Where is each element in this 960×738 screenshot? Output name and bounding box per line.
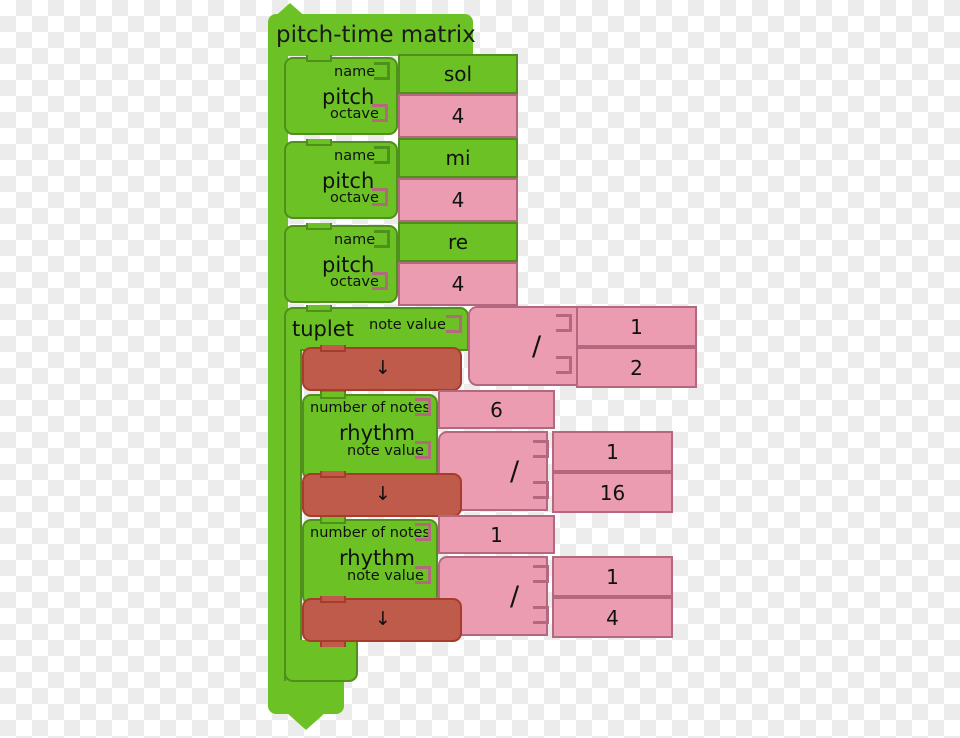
tuplet-divide-operator: / [532,331,542,362]
rhythm-2-number-of-notes-socket-icon [415,523,431,541]
rhythm-1-denominator-socket-icon [533,481,549,499]
rhythm-2-number-of-notes-label: number of notes [310,525,431,541]
block-canvas: pitch-time matrix name pitch octave sol … [0,0,960,738]
pitch-3-octave-value[interactable]: 4 [398,262,518,306]
rhythm-1-note-value-label: note value [347,443,424,459]
rhythm-2-number-of-notes-value[interactable]: 1 [438,515,555,554]
pitch-2-name-label: name [334,148,376,164]
note-glyph-3-arrow-icon: ↓ [375,608,391,630]
pitch-3-name-socket-icon [374,230,390,248]
tuplet-notch-top [306,305,332,312]
rhythm-2-numerator-socket-icon [533,565,549,583]
tuplet-clamp-spine [284,349,302,681]
pitch-1-name-socket-icon [374,62,390,80]
pitch-2-octave-socket-icon [372,188,388,206]
note-glyph-2-arrow-icon: ↓ [375,483,391,505]
pitch-block-3-notch-top [306,223,332,230]
note-glyph-1-notch-top [320,345,346,352]
pitch-1-name-label: name [334,64,376,80]
tuplet-note-value-label: note value [369,317,446,333]
tuplet-denominator-socket-icon [556,356,572,374]
page-title: pitch-time matrix [276,22,476,48]
rhythm-2-denominator-socket-icon [533,606,549,624]
note-glyph-2-notch-top [320,471,346,478]
rhythm-1-numerator-socket-icon [533,440,549,458]
note-glyph-3-notch-top [320,596,346,603]
tuplet-numerator-value[interactable]: 1 [576,306,697,347]
rhythm-2-divide-operator: / [510,581,520,612]
rhythm-1-note-value-socket-icon [415,441,431,459]
rhythm-1-denominator-value[interactable]: 16 [552,472,673,513]
pitch-3-name-value[interactable]: re [398,222,518,262]
pitch-2-octave-value[interactable]: 4 [398,178,518,222]
rhythm-2-notch-top [320,517,346,524]
pitch-block-2-notch-top [306,139,332,146]
rhythm-2-block-label: rhythm [339,546,416,570]
pitch-1-name-value[interactable]: sol [398,54,518,94]
rhythm-2-denominator-value[interactable]: 4 [552,597,673,638]
rhythm-1-numerator-value[interactable]: 1 [552,431,673,472]
pitch-3-octave-socket-icon [372,272,388,290]
pitch-2-name-socket-icon [374,146,390,164]
rhythm-2-numerator-value[interactable]: 1 [552,556,673,597]
rhythm-1-number-of-notes-socket-icon [415,398,431,416]
rhythm-1-number-of-notes-value[interactable]: 6 [438,390,555,429]
matrix-bottom-connector [287,713,325,730]
rhythm-2-note-value-label: note value [347,568,424,584]
note-glyph-1-arrow-icon: ↓ [375,357,391,379]
note-glyph-3-notch-bottom [320,640,346,647]
tuplet-numerator-socket-icon [556,314,572,332]
pitch-block-1-notch-top [306,55,332,62]
rhythm-1-number-of-notes-label: number of notes [310,400,431,416]
tuplet-denominator-value[interactable]: 2 [576,347,697,388]
pitch-1-octave-socket-icon [372,104,388,122]
rhythm-1-notch-top [320,392,346,399]
pitch-1-octave-value[interactable]: 4 [398,94,518,138]
pitch-3-name-label: name [334,232,376,248]
rhythm-1-block-label: rhythm [339,421,416,445]
rhythm-2-note-value-socket-icon [415,566,431,584]
tuplet-note-value-socket-icon [446,315,462,333]
rhythm-1-divide-operator: / [510,456,520,487]
pitch-2-name-value[interactable]: mi [398,138,518,178]
tuplet-block-label: tuplet [292,317,354,341]
